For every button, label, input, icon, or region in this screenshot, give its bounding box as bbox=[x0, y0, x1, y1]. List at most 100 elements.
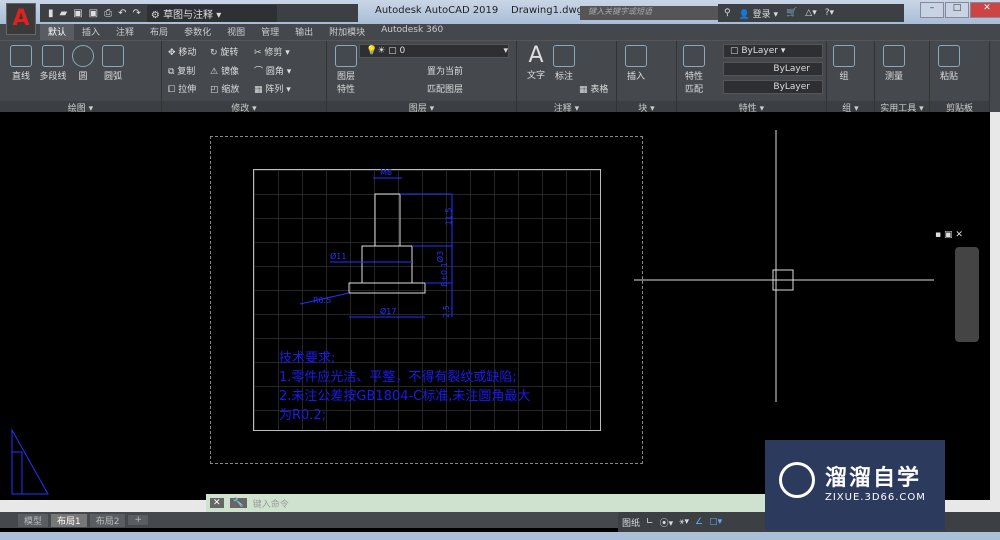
flange bbox=[348, 282, 426, 294]
ruler-icon bbox=[883, 45, 905, 67]
new-icon[interactable]: ▮ bbox=[48, 8, 54, 19]
panel-layers: 图层 特性 💡☀ ▢ 0 ▾ 置为当前 匹配图层 图层 ▾ bbox=[327, 41, 517, 114]
workspace-select[interactable]: ⚙ 草图与注释 ▾ bbox=[146, 4, 277, 22]
undo-icon[interactable]: ↶ bbox=[118, 8, 126, 19]
ribbon-tabs: 默认 插入 注释 布局 参数化 视图 管理 输出 附加模块 Autodesk 3… bbox=[0, 24, 1000, 40]
tab-addins[interactable]: 附加模块 bbox=[321, 24, 373, 40]
panel-annotation: A 文字 标注 ▦ 表格 注释 ▾ bbox=[517, 41, 617, 114]
panel-draw: 直线 多段线 圆 圆弧 绘图 ▾ bbox=[0, 41, 162, 114]
layer-properties-button[interactable]: 图层 特性 bbox=[329, 45, 363, 95]
ortho-icon[interactable]: ∠ bbox=[695, 517, 703, 527]
title-bar: ▮ ▰ ▣ ▣ ⎙ ↶ ↷ ⚙ 草图与注释 ▾ Autodesk AutoCAD 2019 … bbox=[0, 0, 1000, 24]
wrench-icon[interactable]: 🔧 bbox=[229, 498, 247, 508]
polyline-button[interactable]: 多段线 bbox=[36, 45, 70, 82]
app-title: Autodesk AutoCAD 2019 Drawing1.dwg bbox=[375, 5, 583, 16]
dim-label: 8±0.1 bbox=[439, 262, 449, 287]
tab-default[interactable]: 默认 bbox=[40, 24, 75, 40]
open-icon[interactable]: ▰ bbox=[60, 8, 68, 19]
panel-clipboard: 粘贴 剪贴板 bbox=[930, 41, 990, 114]
insert-button[interactable]: 插入 bbox=[619, 45, 653, 82]
arc-button[interactable]: 圆弧 bbox=[96, 45, 130, 82]
circle-button[interactable]: 圆 bbox=[66, 45, 100, 82]
measure-button[interactable]: 测量 bbox=[877, 45, 911, 82]
crosshair bbox=[634, 130, 934, 402]
print-icon[interactable]: ⎙ bbox=[104, 8, 112, 19]
paper-space-toggle[interactable]: 图纸 bbox=[622, 516, 640, 529]
rotate-button[interactable]: ↻ 旋转 bbox=[210, 45, 238, 58]
osnap-icon[interactable]: ⚹▾ bbox=[679, 517, 689, 527]
save-as-icon[interactable]: ▣ bbox=[89, 8, 98, 19]
move-button[interactable]: ✥ 移动 bbox=[168, 45, 196, 58]
shaft-middle bbox=[361, 245, 413, 284]
selection-icon[interactable]: ▢▾ bbox=[709, 517, 722, 527]
stretch-button[interactable]: ⧠ 拉伸 bbox=[168, 82, 196, 95]
group-button[interactable]: 组 bbox=[827, 45, 861, 82]
trim-button[interactable]: ✂ 修剪 ▾ bbox=[254, 45, 290, 58]
tab-layout2[interactable]: 布局2 bbox=[89, 513, 126, 527]
linetype-select[interactable]: ByLayer bbox=[723, 62, 823, 76]
dim-label: Ø17 bbox=[380, 307, 397, 316]
tab-layout[interactable]: 布局 bbox=[142, 24, 176, 40]
scale-button[interactable]: ◰ 缩放 bbox=[210, 82, 239, 95]
tab-model[interactable]: 模型 bbox=[18, 513, 49, 527]
grid-icon[interactable]: ∟ bbox=[646, 517, 654, 527]
command-input[interactable]: 键入命令 bbox=[253, 497, 289, 510]
tab-layout1[interactable]: 布局1 bbox=[51, 513, 87, 527]
save-icon[interactable]: ▣ bbox=[73, 8, 82, 19]
close-button[interactable]: ✕ bbox=[970, 2, 1000, 18]
dim-label: Ø11 bbox=[330, 252, 347, 261]
help-icon[interactable]: ?▾ bbox=[825, 8, 834, 18]
add-layout-button[interactable]: + bbox=[128, 515, 149, 525]
tab-parametric[interactable]: 参数化 bbox=[176, 24, 219, 40]
search-input[interactable]: 键入关键字或短语 bbox=[580, 6, 718, 20]
tab-view[interactable]: 视图 bbox=[219, 24, 253, 40]
array-button[interactable]: ▦ 阵列 ▾ bbox=[254, 82, 291, 95]
tab-output[interactable]: 输出 bbox=[287, 24, 321, 40]
copy-button[interactable]: ⧉ 复制 bbox=[168, 64, 195, 77]
line-icon bbox=[10, 45, 32, 67]
taskbar bbox=[0, 532, 1000, 540]
viewport-controls[interactable]: ▪ ▣ ✕ bbox=[935, 230, 963, 240]
lineweight-select[interactable]: ByLayer bbox=[723, 80, 823, 94]
ribbon: 直线 多段线 圆 圆弧 绘图 ▾ ✥ 移动 ↻ 旋转 ✂ 修剪 ▾ ⧉ 复制 ⚠… bbox=[0, 40, 1000, 114]
file-name: Drawing1.dwg bbox=[511, 5, 583, 16]
paste-icon bbox=[938, 45, 960, 67]
dimension-button[interactable]: 标注 bbox=[547, 45, 581, 82]
tab-manage[interactable]: 管理 bbox=[253, 24, 287, 40]
navigation-bar[interactable] bbox=[955, 247, 979, 342]
paste-button[interactable]: 粘贴 bbox=[932, 45, 966, 82]
layer-select[interactable]: 💡☀ ▢ 0 ▾ bbox=[359, 44, 509, 58]
note-line: 技术要求: bbox=[279, 351, 336, 366]
ucs-icon bbox=[11, 428, 49, 495]
fillet-button[interactable]: ⌒ 圆角 ▾ bbox=[254, 64, 291, 77]
table-button[interactable]: ▦ 表格 bbox=[579, 82, 608, 95]
set-current-button[interactable]: 置为当前 bbox=[427, 64, 463, 77]
dim-label: 2.5 bbox=[441, 305, 451, 318]
color-select[interactable]: ▢ ByLayer ▾ bbox=[723, 44, 823, 58]
binoculars-icon[interactable]: ⚲ bbox=[724, 8, 731, 18]
line-button[interactable]: 直线 bbox=[4, 45, 38, 82]
dim-label: R0.5 bbox=[313, 296, 332, 305]
vertical-scrollbar[interactable] bbox=[990, 112, 1000, 512]
command-line[interactable]: ✕ 🔧 键入命令 bbox=[206, 494, 766, 512]
play-logo-icon bbox=[779, 462, 815, 498]
app-menu-button[interactable]: A bbox=[6, 3, 36, 35]
redo-icon[interactable]: ↷ bbox=[133, 8, 141, 19]
close-cmd-icon[interactable]: ✕ bbox=[210, 498, 224, 508]
match-properties-button[interactable]: 特性 匹配 bbox=[677, 45, 711, 95]
note-line: 为R0.2; bbox=[279, 408, 327, 423]
tab-annotate[interactable]: 注释 bbox=[108, 24, 142, 40]
panel-block: 插入 块 ▾ bbox=[617, 41, 677, 114]
exchange-icon[interactable]: △▾ bbox=[805, 8, 816, 18]
tab-a360[interactable]: Autodesk 360 bbox=[373, 24, 451, 40]
technical-notes: 技术要求: 1.零件应光洁、平整，不得有裂纹或缺陷; 2.未注公差按GB1804… bbox=[279, 349, 589, 425]
maximize-button[interactable]: □ bbox=[945, 2, 969, 18]
dim-label: Ø3 bbox=[436, 250, 446, 263]
login-button[interactable]: 👤 登录 ▾ bbox=[739, 7, 778, 20]
polar-icon[interactable]: ⦿▾ bbox=[660, 516, 674, 529]
tab-insert[interactable]: 插入 bbox=[74, 24, 108, 40]
cart-icon[interactable]: 🛒 bbox=[786, 8, 797, 18]
mirror-button[interactable]: ⚠ 镜像 bbox=[210, 64, 239, 77]
minimize-button[interactable]: – bbox=[920, 2, 944, 18]
match-layer-button[interactable]: 匹配图层 bbox=[427, 82, 463, 95]
